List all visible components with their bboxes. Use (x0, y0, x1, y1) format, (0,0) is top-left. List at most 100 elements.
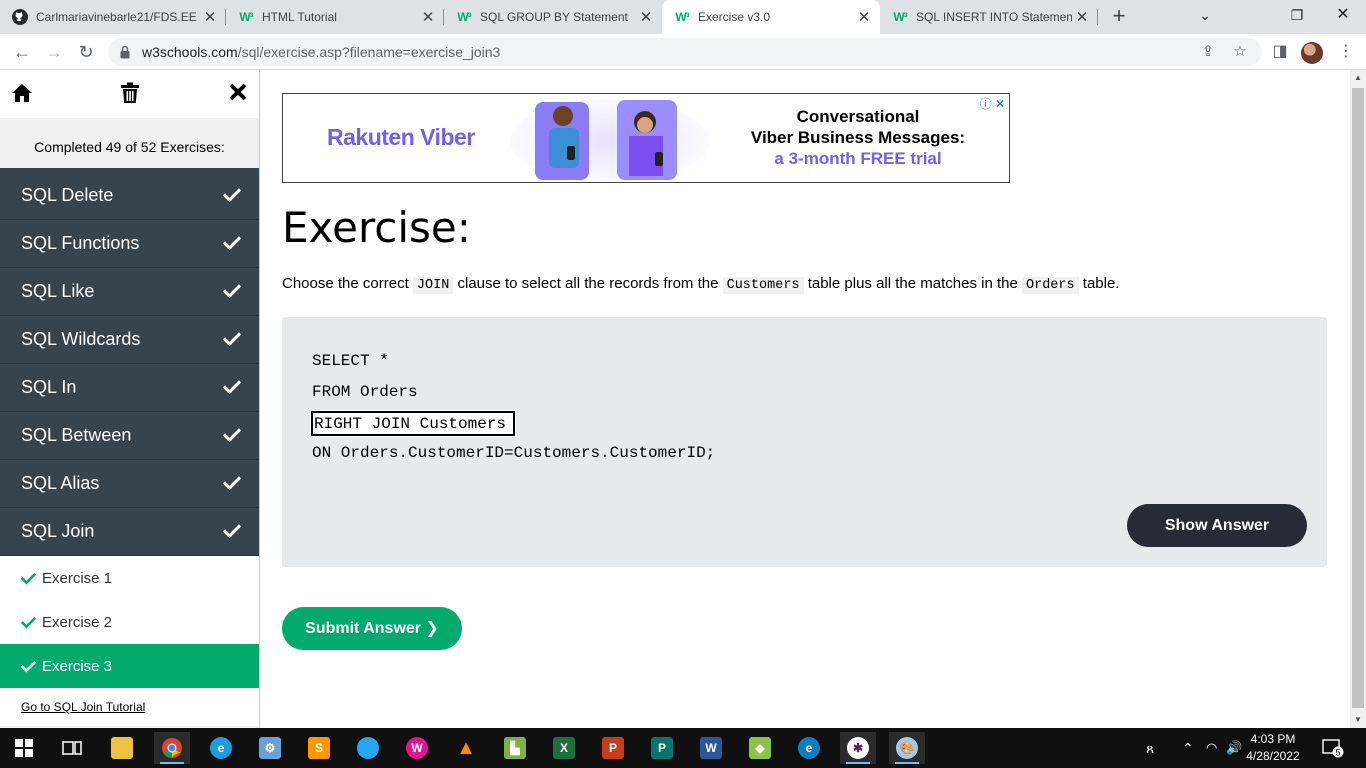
people-icon[interactable]: ጸ (1146, 728, 1154, 768)
menu-icon[interactable]: ⋮ (1332, 38, 1360, 66)
lock-icon (120, 45, 130, 59)
notification-count: 5 (1335, 748, 1340, 758)
instr-text: Choose the correct (282, 275, 413, 292)
sql-join-tutorial-link[interactable]: Go to SQL Join Tutorial (0, 688, 259, 726)
ad-info-close-icon[interactable]: ⓘ ✕ (980, 95, 1005, 112)
ad-illustration (510, 99, 710, 182)
edge-dev-icon[interactable]: e (791, 732, 827, 764)
instr-code-customers: Customers (722, 277, 804, 294)
side-panel-icon[interactable]: ◨ (1266, 38, 1294, 66)
close-tab-icon[interactable]: ✕ (200, 8, 220, 26)
tab-exercise[interactable]: W³ Exercise v3.0 ✕ (662, 0, 880, 34)
tab-sql-group-by[interactable]: W³ SQL GROUP BY Statement ✕ (444, 0, 662, 34)
w3schools-icon: W³ (893, 10, 907, 24)
excel-icon[interactable]: X (546, 732, 582, 764)
github-icon (12, 9, 28, 25)
sidebar-item-sql-like[interactable]: SQL Like (0, 268, 259, 316)
sidebar-item-sql-delete[interactable]: SQL Delete (0, 172, 259, 220)
sidebar-exercise-label: Exercise 3 (42, 657, 113, 675)
sidebar-item-sql-in[interactable]: SQL In (0, 364, 259, 412)
close-tab-icon[interactable]: ✕ (1072, 8, 1092, 26)
tab-title: HTML Tutorial (262, 10, 337, 24)
close-tab-icon[interactable]: ✕ (418, 8, 438, 26)
wamp-icon[interactable]: W (399, 732, 435, 764)
control-panel-icon[interactable]: ⚙ (252, 732, 288, 764)
sidebar-exercise-1[interactable]: Exercise 1 (0, 556, 259, 600)
project-app-icon[interactable]: ▙ (497, 732, 533, 764)
tab-html-tutorial[interactable]: W³ HTML Tutorial ✕ (226, 0, 444, 34)
exercise-instructions: Choose the correct JOIN clause to select… (282, 275, 1120, 294)
browser-toolbar: ← → ↻ w3schools.com/sql/exercise.asp?fil… (0, 34, 1366, 70)
tab-search-icon[interactable]: ⌄ (1182, 0, 1228, 30)
chrome-icon[interactable] (154, 732, 190, 764)
notification-icon[interactable]: 5 (1322, 728, 1344, 768)
back-button[interactable]: ← (8, 38, 36, 66)
paint-icon[interactable]: 🎨 (889, 732, 925, 764)
new-tab-button[interactable]: + (1106, 4, 1132, 30)
word-icon[interactable]: W (693, 732, 729, 764)
close-window-button[interactable]: ✕ (1320, 0, 1366, 30)
app-blue-icon[interactable] (350, 732, 386, 764)
tab-github[interactable]: Carlmariavinebarle21/FDS.EE ✕ (0, 0, 226, 34)
reload-button[interactable]: ↻ (72, 38, 100, 66)
tab-title: Carlmariavinebarle21/FDS.EE (36, 10, 197, 24)
publisher-icon[interactable]: P (644, 732, 680, 764)
close-tab-icon[interactable]: ✕ (854, 8, 874, 26)
tab-sql-insert-into[interactable]: W³ SQL INSERT INTO Statement ✕ (880, 0, 1098, 34)
powerpoint-icon[interactable]: P (595, 732, 631, 764)
sidebar-item-label: SQL Like (21, 281, 95, 301)
edge-icon[interactable]: e (203, 732, 239, 764)
home-icon[interactable] (10, 82, 34, 106)
file-explorer-icon[interactable] (104, 732, 140, 764)
trash-icon[interactable] (118, 82, 142, 106)
instr-code-orders: Orders (1022, 277, 1079, 294)
task-view-icon[interactable] (54, 732, 90, 764)
exercise-sidebar: Completed 49 of 52 Exercises: SQL Delete… (0, 70, 260, 728)
instr-text: table. (1078, 275, 1120, 292)
sidebar-item-label: SQL Delete (21, 185, 114, 205)
restore-window-button[interactable]: ❐ (1274, 0, 1320, 30)
w3schools-icon: W³ (675, 10, 689, 24)
answer-input[interactable]: RIGHT JOIN Customers (310, 410, 516, 437)
sidebar-item-label: SQL Join (21, 521, 95, 541)
windows-start-icon[interactable] (6, 732, 42, 764)
scroll-up-icon[interactable]: ▲ (1350, 70, 1366, 86)
volume-icon[interactable]: 🔊 (1226, 728, 1242, 768)
sidebar-item-sql-functions[interactable]: SQL Functions (0, 220, 259, 268)
checkmark-icon (20, 571, 37, 586)
vlc-icon[interactable]: ▲ (448, 732, 484, 764)
sidebar-item-sql-join[interactable]: SQL Join (0, 508, 259, 556)
checkmark-icon (222, 522, 242, 540)
sidebar-exercise-2[interactable]: Exercise 2 (0, 600, 259, 644)
bookmark-star-icon[interactable]: ☆ (1230, 42, 1250, 62)
archive-app-icon[interactable]: ◆ (742, 732, 778, 764)
clock-date: 4/28/2022 (1246, 749, 1300, 763)
system-clock[interactable]: 4:03 PM 4/28/2022 (1242, 731, 1304, 765)
scroll-down-icon[interactable]: ▼ (1350, 712, 1366, 728)
close-icon[interactable] (226, 82, 250, 106)
avatar[interactable] (1301, 42, 1323, 64)
sidebar-item-sql-alias[interactable]: SQL Alias (0, 460, 259, 508)
tab-title: Exercise v3.0 (698, 10, 771, 24)
chevron-up-icon[interactable]: ⌃ (1182, 728, 1194, 768)
share-icon[interactable]: ⇪ (1198, 42, 1218, 62)
slack-icon[interactable]: ✱ (840, 732, 876, 764)
scrollbar-thumb[interactable] (1352, 88, 1364, 708)
sidebar-exercise-3[interactable]: Exercise 3 (0, 644, 259, 688)
show-answer-button[interactable]: Show Answer (1127, 504, 1307, 547)
advertisement-banner[interactable]: Rakuten Viber Conversational Viber Busin… (282, 93, 1010, 183)
sidebar-toolbar (0, 70, 259, 118)
sidebar-item-sql-wildcards[interactable]: SQL Wildcards (0, 316, 259, 364)
wifi-icon[interactable]: ◠ (1206, 728, 1217, 768)
ad-text: Conversational Viber Business Messages: … (738, 106, 978, 169)
page-scrollbar[interactable]: ▲ ▼ (1350, 70, 1366, 728)
checkmark-icon (222, 426, 242, 444)
sidebar-item-sql-between[interactable]: SQL Between (0, 412, 259, 460)
sublime-text-icon[interactable]: S (301, 732, 337, 764)
forward-button[interactable]: → (40, 38, 68, 66)
code-exercise-box: SELECT * FROM Orders RIGHT JOIN Customer… (282, 317, 1327, 567)
address-bar[interactable]: w3schools.com/sql/exercise.asp?filename=… (108, 38, 1262, 66)
submit-answer-button[interactable]: Submit Answer ❯ (282, 607, 462, 650)
close-tab-icon[interactable]: ✕ (636, 8, 656, 26)
page-title: Exercise: (282, 203, 471, 252)
